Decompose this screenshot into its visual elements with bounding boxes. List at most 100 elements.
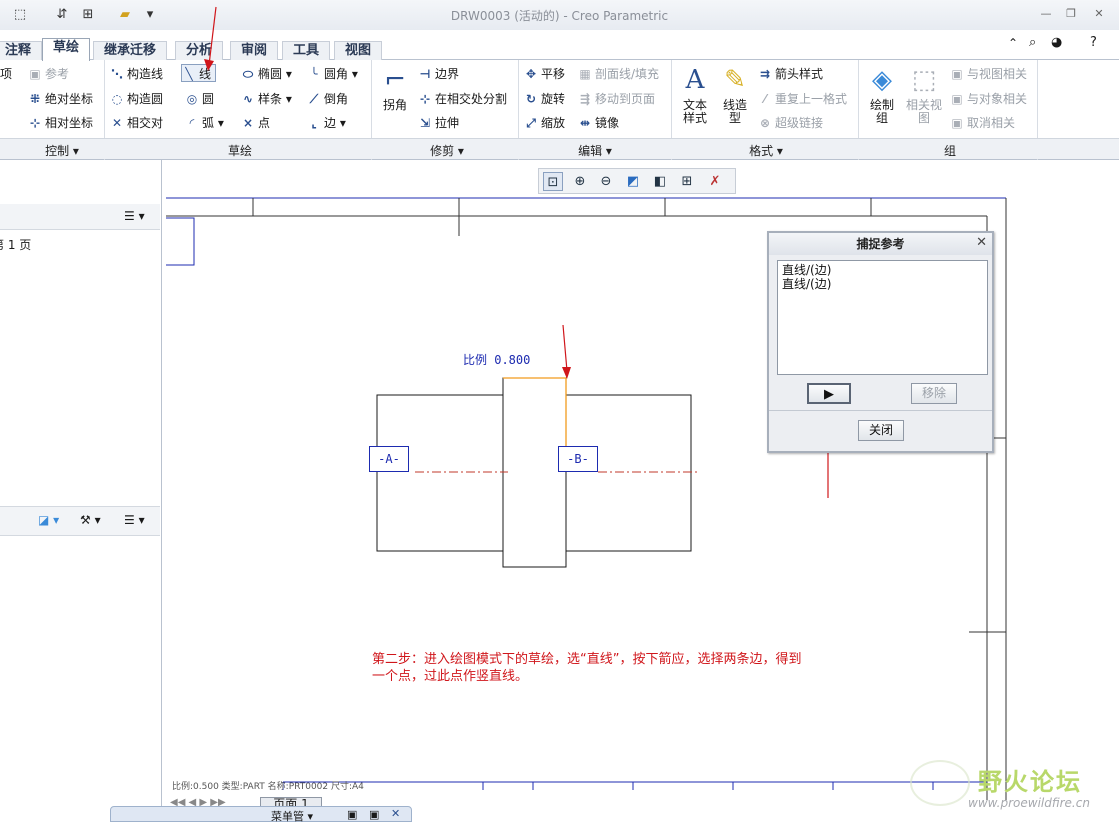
minimize-button[interactable]: — [1037,7,1055,21]
relative-coord-button[interactable]: ⊹ 相对坐标 [28,114,93,132]
restore-button[interactable]: ❐ [1062,7,1080,21]
hatch-icon: ▦ [579,67,591,81]
group-group-label: 组 [943,144,956,158]
tab-sketch[interactable]: 草绘 [42,38,91,61]
circle-icon: ◎ [186,92,198,106]
zoom-out-icon[interactable]: ⊖ [596,172,616,191]
remove-button[interactable]: 移除 [911,383,957,404]
arrow-style-button[interactable]: ⇉ 箭头样式 [758,65,823,83]
mirror-button[interactable]: ⇹ 镜像 [578,114,619,132]
scale-button[interactable]: ⤢ 缩放 [524,114,565,132]
dialog-close-icon[interactable]: ✕ [976,235,987,250]
group-control-label[interactable]: 控制 ▾ [40,142,84,159]
spline-icon: ∿ [242,92,254,106]
move-to-page-button[interactable]: ⇶ 移动到页面 [578,90,655,108]
boundary-button[interactable]: ⊣ 边界 [418,65,460,83]
tab-view[interactable]: 视图 [334,41,383,60]
draw-group-button[interactable]: ◈ 绘制 组 [862,64,902,125]
red-arrow-to-line-tool [204,6,217,71]
strip-close-icon[interactable]: ✕ [391,807,400,820]
arc-button[interactable]: ◜ 弧 ▾ [185,114,224,132]
chamfer-icon: ⟋ [309,92,319,106]
annotation-display-icon[interactable]: ⊞ [677,172,697,191]
related-view-button[interactable]: ⬚ 相关视 图 [902,64,946,125]
spline-button[interactable]: ∿ 样条 ▾ [241,90,292,108]
title-bar: ⬚ ⇵ ⊞ ▰ ▾ DRW0003 (活动的) - Creo Parametri… [0,0,1119,30]
relate-object-icon: ▣ [951,92,963,106]
layer-icon[interactable]: ◪ ▾ [38,513,59,527]
fillet-button[interactable]: ╰ 圆角 ▾ [307,65,357,83]
datum-display-icon[interactable]: ✗ [705,172,725,191]
datum-b-label[interactable]: -B- [558,446,598,472]
intersect-button[interactable]: ✕ 相交对 [110,114,163,132]
stretch-button[interactable]: ⇲ 拉伸 [418,114,459,132]
translate-button[interactable]: ✥ 平移 [524,65,565,83]
construction-circle-button[interactable]: ◌ 构造圆 [110,90,163,108]
related-view-icon: ⬚ [911,65,937,95]
tutorial-note-line-1: 第二步：进入绘图模式下的草绘，选“直线”，按下箭应，选择两条边，得到 [372,652,802,667]
chamfer-button[interactable]: ⟋ 倒角 [307,90,348,108]
page-list-toolbar: ☰ ▾ [0,204,160,230]
reference-button[interactable]: ▣ 参考 [28,65,69,83]
rotate-icon: ↻ [525,92,537,106]
reference-list-item[interactable]: 直线/(边) [782,277,983,291]
circle-button[interactable]: ◎ 圆 [185,90,214,108]
rotate-button[interactable]: ↻ 旋转 [524,90,565,108]
abs-coord-icon: ⁜ [29,92,41,106]
list-options-icon[interactable]: ☰ ▾ [124,209,145,223]
left-panel: ☰ ▾ 第 1 页 ◪ ▾ ⚒ ▾ ☰ ▾ [0,160,162,822]
translate-icon: ✥ [525,67,537,81]
page-list-item[interactable]: 第 1 页 [0,236,31,253]
group-trim-label[interactable]: 修剪 ▾ [425,142,469,159]
group-sketch-label: 草绘 [227,144,252,158]
line-style-button[interactable]: ✎ 线造 型 [716,64,754,125]
unrelate-button[interactable]: ▣ 取消相关 [950,114,1015,132]
tree-options-icon[interactable]: ☰ ▾ [124,513,145,527]
divide-button[interactable]: ⊹ 在相交处分割 [418,90,507,108]
point-button[interactable]: × 点 [241,114,270,132]
rel-coord-icon: ⊹ [29,116,41,130]
reference-list[interactable]: 直线/(边) 直线/(边) [777,260,988,375]
group-edit-label[interactable]: 编辑 ▾ [573,142,617,159]
reference-list-item[interactable]: 直线/(边) [782,263,983,277]
construction-line-button[interactable]: ⋱ 构造线 [110,65,163,83]
arc-icon: ◜ [189,116,195,130]
select-reference-button[interactable]: ▶ [807,383,851,404]
strip-icon-2[interactable]: ▣ [369,808,379,821]
refit-icon[interactable]: ⊡ [543,172,563,191]
strip-icon-1[interactable]: ▣ [347,808,357,821]
tab-tools[interactable]: 工具 [282,41,331,60]
ellipse-button[interactable]: ⬭ 椭圆 ▾ [241,65,292,83]
repeat-format-button[interactable]: ⁄ 重复上一格式 [758,90,847,108]
display-style-icon[interactable]: ◧ [650,172,670,191]
datum-a-label[interactable]: -A- [369,446,409,472]
absolute-coord-button[interactable]: ⁜ 绝对坐标 [28,90,93,108]
corner-button[interactable]: ⌐ 拐角 [377,64,413,112]
mirror-icon: ⇹ [579,116,591,130]
snap-reference-dialog: 捕捉参考 ✕ 直线/(边) 直线/(边) ▶ 移除 关闭 [767,231,994,453]
dialog-close-button[interactable]: 关闭 [858,420,904,441]
tab-annotate[interactable]: 注释 [0,41,43,60]
tutorial-note-line-2: 一个点，过此点作竖直线。 [372,669,529,684]
close-window-button[interactable]: ✕ [1090,7,1108,21]
relate-object-button[interactable]: ▣ 与对象相关 [950,90,1027,108]
tools-icon[interactable]: ⚒ ▾ [80,513,101,527]
tab-legacy[interactable]: 继承迁移 [93,41,168,60]
edge-button[interactable]: ⌞ 边 ▾ [307,114,346,132]
line-style-icon: ✎ [724,65,746,95]
hatch-button[interactable]: ▦ 剖面线/填充 [578,65,659,83]
watermark-url: www.proewildfire.cn [968,796,1090,810]
group-format-label[interactable]: 格式 ▾ [744,142,788,159]
zoom-in-icon[interactable]: ⊕ [570,172,590,191]
hyperlink-button[interactable]: ⊗ 超级链接 [758,114,823,132]
ribbon-item-cut[interactable]: 项 [0,65,12,83]
bottom-menu-strip: 菜单管 ▾ ▣ ▣ ✕ [110,806,412,823]
text-style-button[interactable]: A 文本 样式 [676,64,714,125]
tab-review[interactable]: 审阅 [230,41,279,60]
sheet-status-line: 比例:0.500 类型:PART 名称:PRT0002 尺寸:A4 [172,782,364,792]
move-page-icon: ⇶ [579,92,591,106]
unrelate-icon: ▣ [951,116,963,130]
repaint-icon[interactable]: ◩ [623,172,643,191]
relate-view-button[interactable]: ▣ 与视图相关 [950,65,1027,83]
fillet-icon: ╰ [310,67,318,81]
